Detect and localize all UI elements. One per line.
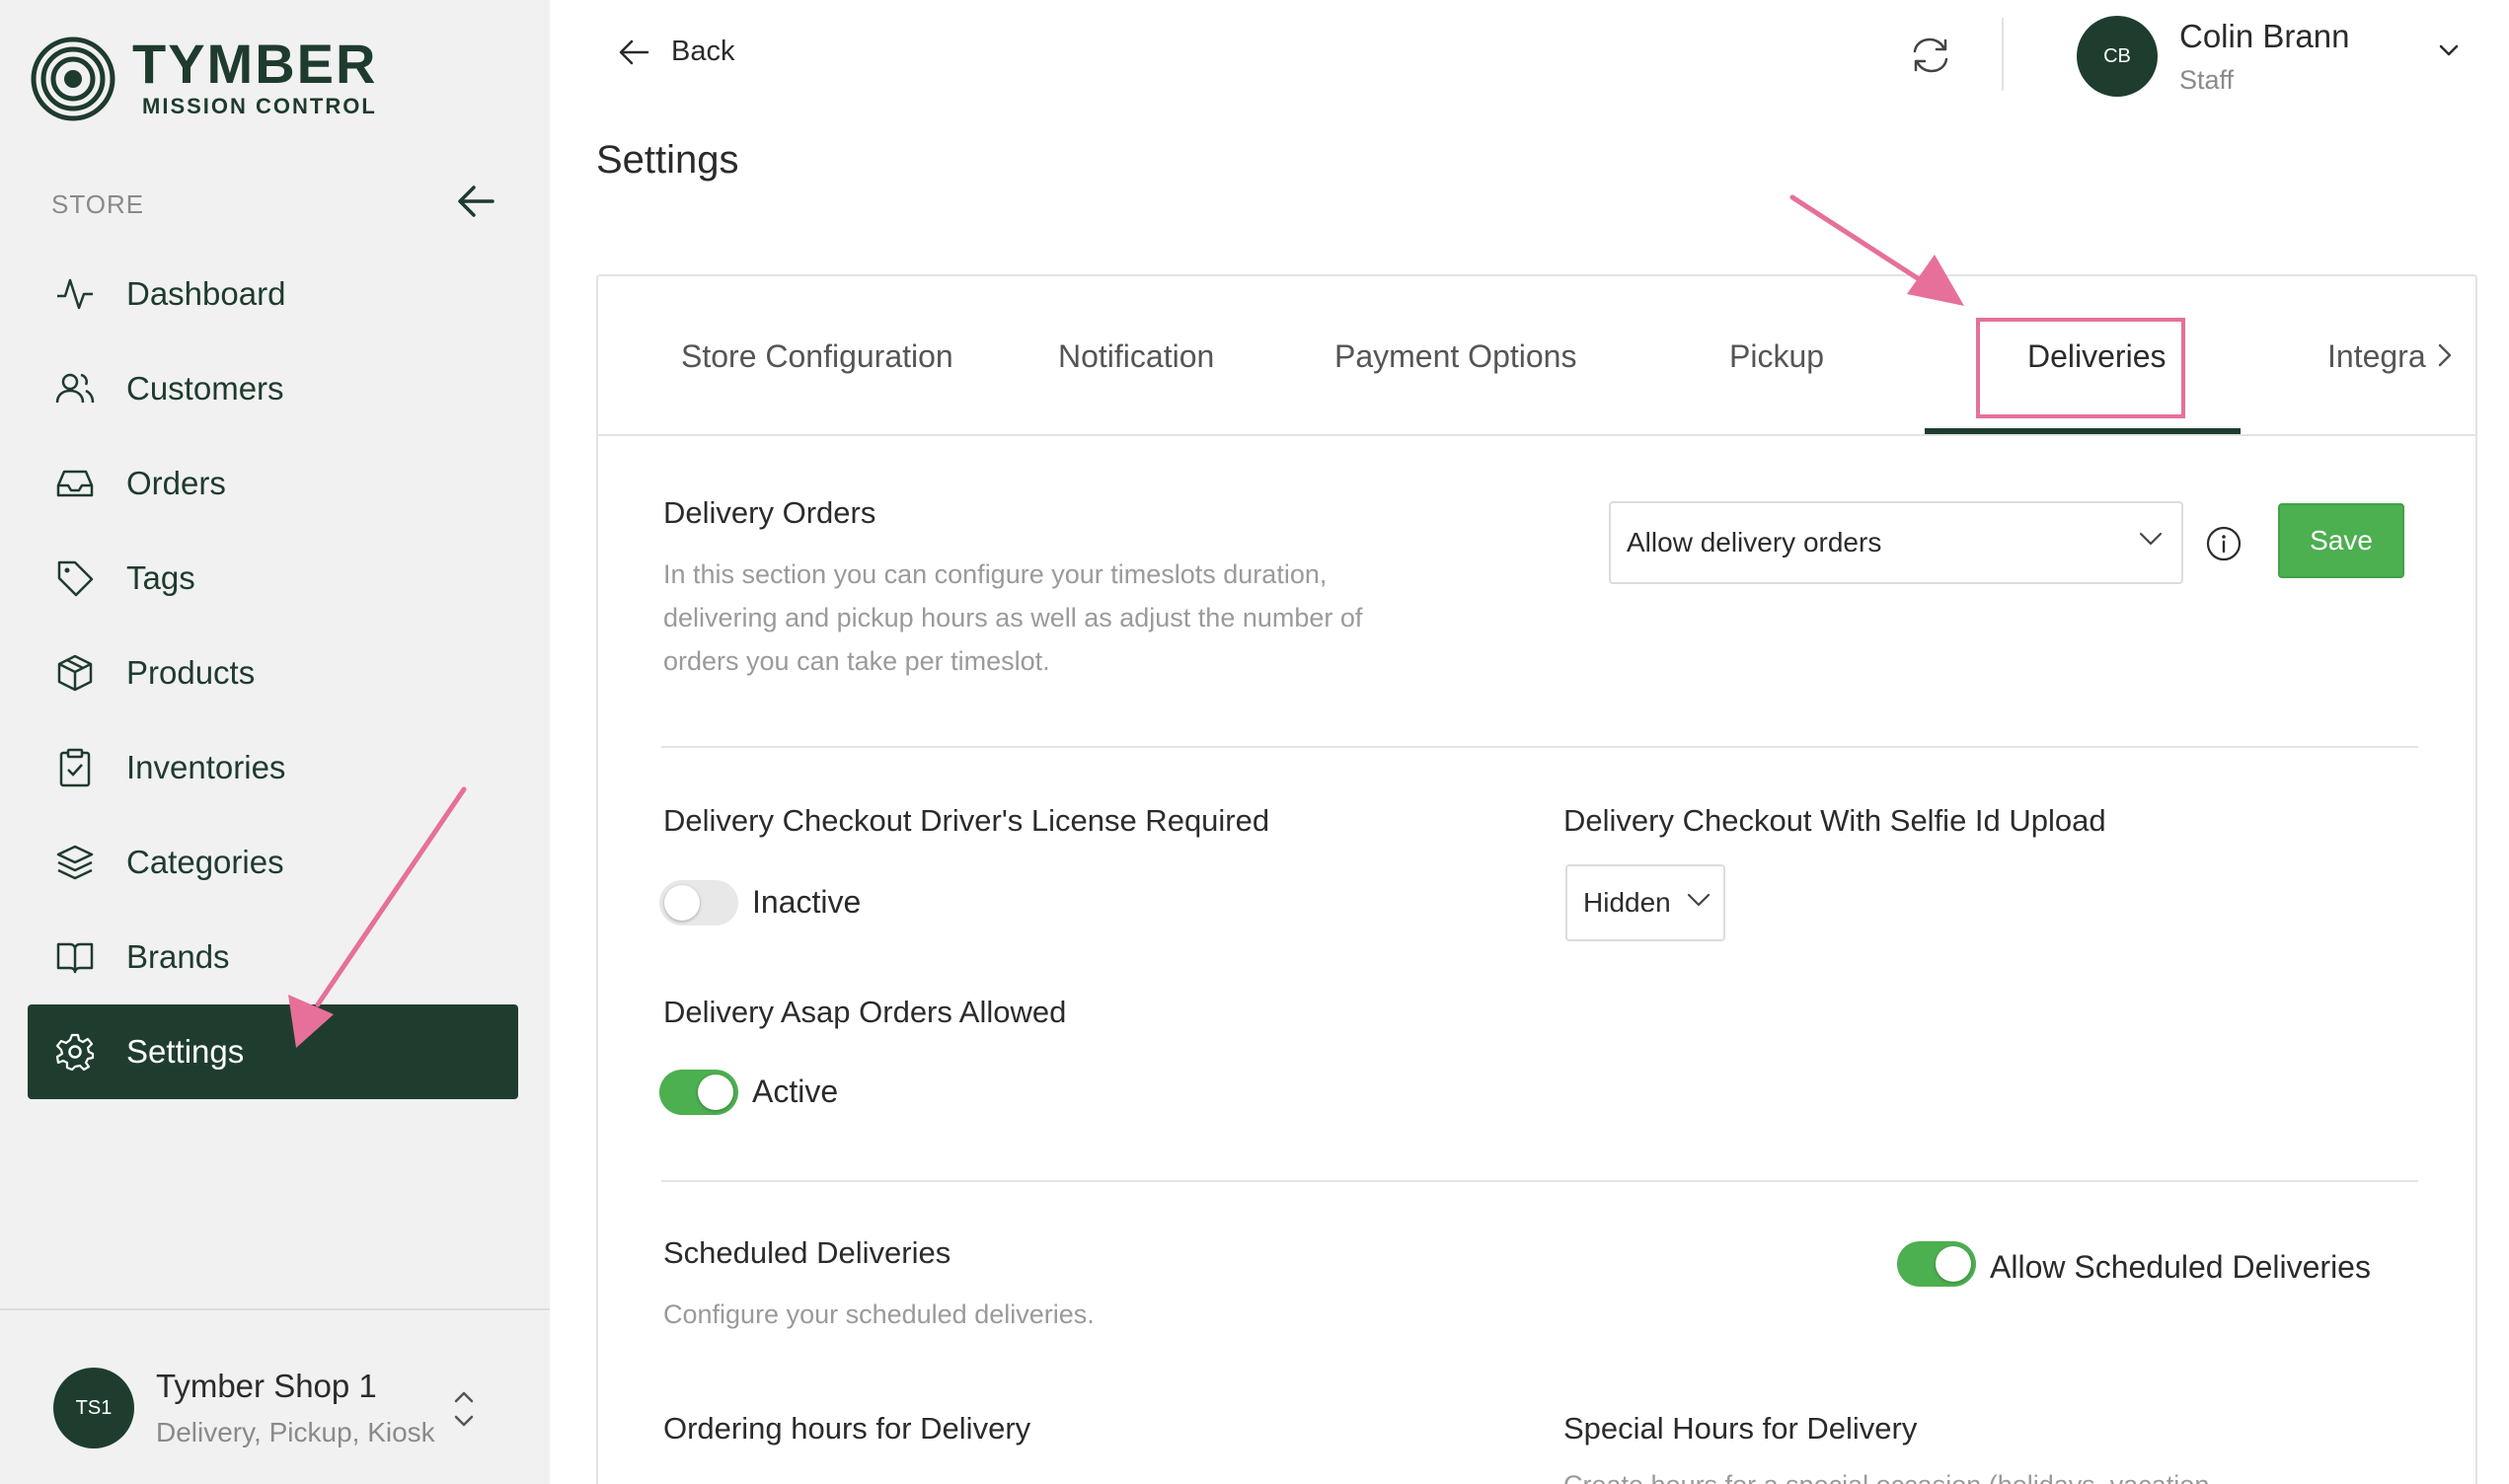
scheduled-deliveries-description: Configure your scheduled deliveries. <box>663 1299 1095 1329</box>
brand-subtitle: MISSION CONTROL <box>142 94 377 118</box>
settings-card: Store Configuration Notification Payment… <box>596 274 2477 1484</box>
description-line: orders you can take per timeslot. <box>663 646 1050 676</box>
book-icon <box>53 935 97 979</box>
asap-orders-state: Active <box>752 1074 839 1109</box>
sidebar-nav: Dashboard Customers Orders Tags Products <box>28 247 518 1099</box>
inbox-icon <box>53 462 97 505</box>
sidebar-item-dashboard[interactable]: Dashboard <box>28 247 518 341</box>
chevron-down-icon <box>1687 893 1711 907</box>
tab-pickup[interactable]: Pickup <box>1729 276 1824 436</box>
sidebar-item-label: Settings <box>126 1033 245 1070</box>
sidebar-item-label: Products <box>126 654 256 691</box>
tab-payment-options[interactable]: Payment Options <box>1334 276 1576 436</box>
back-label: Back <box>671 36 735 67</box>
sidebar-item-label: Customers <box>126 370 284 407</box>
brand-logo[interactable]: TYMBER MISSION CONTROL <box>30 36 377 122</box>
tab-store-configuration[interactable]: Store Configuration <box>681 276 953 436</box>
sidebar: TYMBER MISSION CONTROL STORE Dashboard C… <box>0 0 550 1484</box>
sidebar-item-label: Tags <box>126 559 195 596</box>
collapse-sidebar-button[interactable] <box>454 180 497 223</box>
arrow-left-icon <box>619 39 649 64</box>
scheduled-deliveries-title: Scheduled Deliveries <box>663 1235 951 1270</box>
toggle-knob <box>664 885 700 921</box>
delivery-orders-description: In this section you can configure your t… <box>663 553 1362 683</box>
allow-scheduled-deliveries-label: Allow Scheduled Deliveries <box>1990 1249 2371 1285</box>
special-hours-title: Special Hours for Delivery <box>1563 1411 1918 1446</box>
description-line: delivering and pickup hours as well as a… <box>663 603 1363 632</box>
license-required-toggle[interactable] <box>659 880 738 926</box>
sidebar-item-label: Dashboard <box>126 275 286 312</box>
sidebar-item-categories[interactable]: Categories <box>28 815 518 910</box>
store-switcher[interactable]: TS1 Tymber Shop 1 Delivery, Pickup, Kios… <box>53 1368 488 1448</box>
sidebar-item-settings[interactable]: Settings <box>28 1004 518 1099</box>
sidebar-item-brands[interactable]: Brands <box>28 910 518 1004</box>
sidebar-divider <box>0 1308 550 1310</box>
delivery-orders-title: Delivery Orders <box>663 495 876 530</box>
sidebar-item-label: Brands <box>126 938 230 975</box>
delivery-orders-select[interactable]: Allow delivery orders <box>1609 501 2183 584</box>
store-name: Tymber Shop 1 <box>156 1368 377 1404</box>
clipboard-icon <box>53 746 97 789</box>
sidebar-item-products[interactable]: Products <box>28 626 518 720</box>
toggle-knob <box>698 1075 733 1110</box>
chevron-down-icon <box>2139 532 2163 546</box>
asap-orders-toggle[interactable] <box>659 1070 738 1115</box>
brand-title: TYMBER <box>132 33 378 95</box>
chevron-right-icon[interactable] <box>2436 341 2454 369</box>
avatar: CB <box>2077 16 2158 97</box>
sidebar-section-label: STORE <box>51 189 145 219</box>
activity-icon <box>53 272 97 316</box>
save-button[interactable]: Save <box>2278 503 2404 578</box>
layers-icon <box>53 841 97 884</box>
users-icon <box>53 367 97 410</box>
page-title: Settings <box>596 138 739 182</box>
sidebar-item-orders[interactable]: Orders <box>28 436 518 531</box>
user-name: Colin Brann <box>2179 17 2350 54</box>
sidebar-item-customers[interactable]: Customers <box>28 341 518 436</box>
sidebar-item-tags[interactable]: Tags <box>28 531 518 626</box>
description-line: In this section you can configure your t… <box>663 559 1328 589</box>
section-divider <box>661 1180 2418 1182</box>
store-avatar: TS1 <box>53 1368 134 1448</box>
info-icon[interactable] <box>2205 525 2243 562</box>
arrow-left-icon <box>458 186 494 217</box>
refresh-icon <box>1913 37 1948 73</box>
toggle-knob <box>1936 1246 1971 1282</box>
tab-notification[interactable]: Notification <box>1058 276 1214 436</box>
select-value: Hidden <box>1583 887 1671 918</box>
sidebar-item-label: Orders <box>126 465 226 501</box>
section-divider <box>661 746 2418 748</box>
sidebar-item-label: Inventories <box>126 749 286 785</box>
asap-orders-title: Delivery Asap Orders Allowed <box>663 995 1067 1029</box>
select-value: Allow delivery orders <box>1627 527 1882 557</box>
tab-integrations[interactable]: Integra <box>2327 276 2426 436</box>
tab-highlight-annotation <box>1976 318 2185 418</box>
gear-icon <box>53 1030 97 1074</box>
target-logo-icon <box>31 37 115 121</box>
user-menu[interactable]: CB Colin Brann Staff <box>2077 16 2349 97</box>
back-button[interactable]: Back <box>618 36 734 68</box>
selfie-upload-select[interactable]: Hidden <box>1565 864 1725 941</box>
refresh-button[interactable] <box>1909 34 1952 82</box>
allow-scheduled-deliveries-toggle[interactable] <box>1897 1241 1976 1287</box>
selfie-upload-title: Delivery Checkout With Selfie Id Upload <box>1563 803 2106 838</box>
license-required-title: Delivery Checkout Driver's License Requi… <box>663 803 1270 838</box>
chevron-up-down-icon <box>454 1391 474 1427</box>
user-role: Staff <box>2179 64 2235 95</box>
settings-tabs: Store Configuration Notification Payment… <box>598 276 2475 436</box>
active-tab-indicator <box>1925 428 2241 434</box>
box-icon <box>53 651 97 695</box>
sidebar-item-inventories[interactable]: Inventories <box>28 720 518 815</box>
chevron-down-icon[interactable] <box>2438 43 2460 57</box>
store-types: Delivery, Pickup, Kiosk <box>156 1417 435 1447</box>
license-required-state: Inactive <box>752 884 862 920</box>
topbar-divider <box>2002 18 2004 91</box>
ordering-hours-title: Ordering hours for Delivery <box>663 1411 1031 1446</box>
special-hours-description: Create hours for a special occasion (hol… <box>1563 1470 2209 1484</box>
sidebar-item-label: Categories <box>126 844 284 880</box>
tag-icon <box>53 556 97 600</box>
